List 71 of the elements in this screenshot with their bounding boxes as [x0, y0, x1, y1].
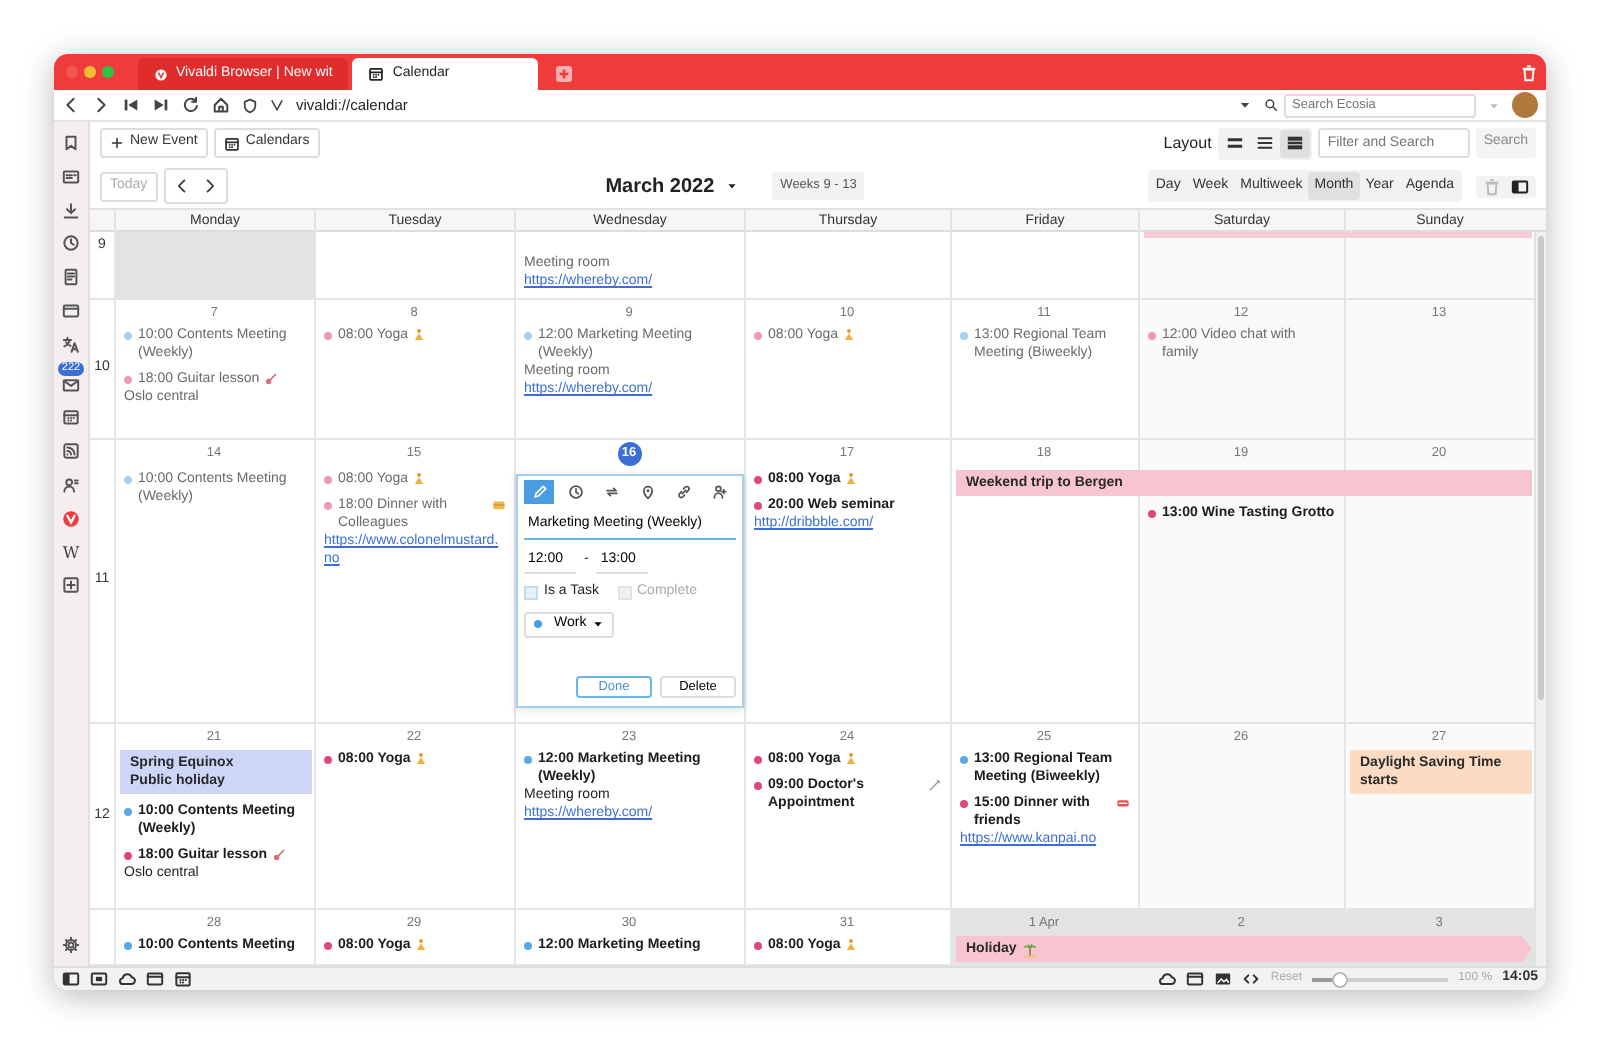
person-icon [844, 752, 859, 766]
guitar-icon [263, 372, 278, 386]
shield-icon[interactable] [242, 97, 258, 113]
v-logo-icon [270, 98, 284, 112]
image-icon[interactable] [1214, 970, 1233, 988]
reload-icon[interactable] [182, 96, 200, 114]
cloud-icon[interactable] [118, 970, 136, 988]
web-panel-label[interactable]: W [62, 543, 80, 562]
food-box-icon [492, 498, 506, 512]
layout-button[interactable] [1279, 129, 1310, 157]
trash-icon[interactable] [1520, 64, 1538, 82]
window-icon[interactable] [1186, 970, 1205, 988]
translate-icon[interactable] [62, 335, 80, 354]
history-icon[interactable] [62, 234, 80, 253]
fast-forward-icon[interactable] [152, 96, 170, 114]
forward-icon[interactable] [92, 96, 110, 114]
back-icon[interactable] [62, 96, 80, 114]
bookmark-icon[interactable] [62, 134, 80, 152]
contacts-icon[interactable] [62, 475, 80, 494]
calendar-icon [223, 135, 240, 151]
task-checkbox[interactable] [524, 585, 538, 600]
person-icon [414, 938, 429, 952]
layout-icon [1255, 134, 1274, 152]
pin-icon [640, 484, 657, 500]
plus-icon [110, 136, 124, 150]
download-icon[interactable] [62, 201, 80, 220]
settings-icon[interactable] [62, 936, 80, 954]
caret-icon [726, 180, 739, 192]
panel-toggle-icon[interactable] [62, 970, 80, 988]
cloud-icon[interactable] [1158, 970, 1177, 988]
calendar-icon[interactable] [174, 970, 192, 988]
caret-icon [592, 618, 605, 630]
vivaldi-logo-icon[interactable] [62, 509, 80, 528]
layout-icon [1285, 134, 1304, 152]
window-icon[interactable] [146, 970, 164, 988]
pencil-icon [531, 484, 547, 500]
layout-label: Layout [1163, 131, 1212, 155]
person-icon [844, 472, 859, 486]
vivaldi-logo-icon [154, 67, 168, 81]
panel-icon[interactable] [1506, 177, 1534, 195]
rewind-icon[interactable] [122, 96, 140, 114]
layout-icon [1225, 134, 1244, 152]
link-icon [676, 484, 693, 500]
mail-icon[interactable] [62, 375, 80, 394]
month-selector[interactable]: March 2022 [593, 169, 751, 203]
clock-icon [567, 484, 584, 500]
person-icon [414, 752, 429, 766]
palm-tree-icon [1022, 941, 1039, 957]
feed-icon[interactable] [62, 442, 80, 461]
tab-tile-icon[interactable] [90, 970, 108, 988]
code-icon[interactable] [1242, 970, 1261, 988]
notes-icon[interactable] [62, 268, 80, 287]
reading-list-icon[interactable] [62, 167, 80, 186]
avatar[interactable] [1512, 92, 1538, 118]
person-icon [844, 938, 859, 952]
forward-icon [201, 178, 218, 194]
person-icon [412, 472, 427, 486]
calendar-icon[interactable] [62, 408, 80, 427]
caret-icon[interactable] [1238, 98, 1252, 112]
person-icon [712, 484, 729, 500]
slider-thumb[interactable] [1331, 971, 1348, 987]
repeat-icon [603, 484, 620, 500]
add-panel-icon[interactable] [62, 576, 80, 595]
person-icon [412, 328, 427, 342]
guitar-icon [271, 848, 286, 862]
search-icon [1264, 98, 1278, 112]
window-icon[interactable] [62, 301, 80, 320]
back-icon [173, 178, 190, 194]
calendar-icon [368, 66, 385, 82]
home-icon[interactable] [212, 96, 230, 114]
person-icon [842, 328, 857, 342]
